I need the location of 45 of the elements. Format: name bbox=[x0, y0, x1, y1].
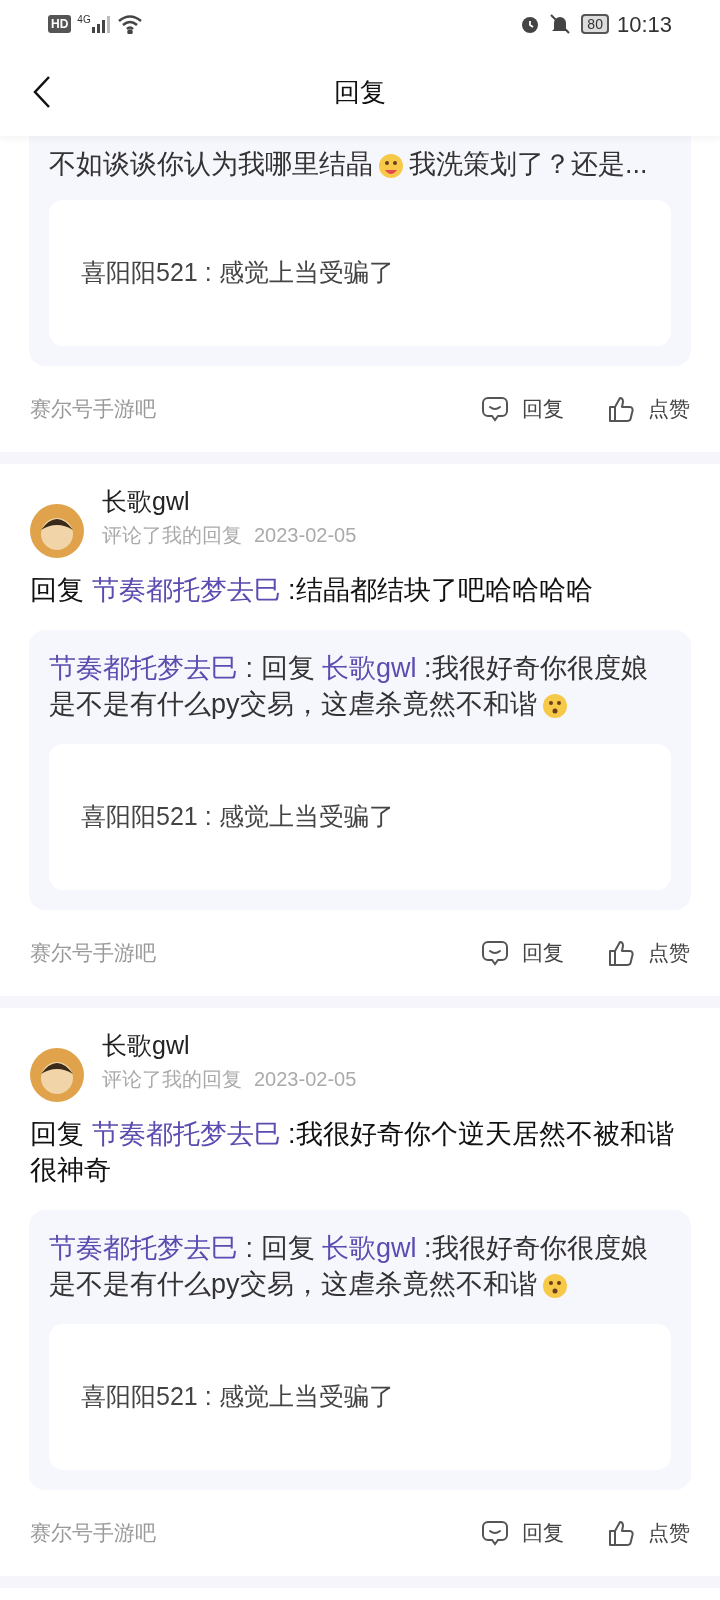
comment-icon bbox=[480, 394, 510, 424]
emoji-icon bbox=[540, 691, 569, 720]
activity-label: 评论了我的回复 bbox=[102, 523, 242, 548]
username[interactable]: 长歌gwl bbox=[102, 1028, 357, 1062]
avatar bbox=[30, 504, 84, 558]
username[interactable]: 长歌gwl bbox=[102, 484, 357, 518]
like-button[interactable]: 点赞 bbox=[606, 937, 690, 969]
reply-text: 回复 节奏都托梦去巳 :我很好奇你个逆天居然不被和谐很神奇 bbox=[29, 1118, 675, 1187]
date-label: 2023-02-05 bbox=[254, 1067, 357, 1092]
username-link[interactable]: 节奏都托梦去巳 bbox=[49, 1233, 238, 1263]
comment-icon bbox=[480, 938, 510, 968]
emoji-icon bbox=[540, 1271, 569, 1300]
thumbs-up-icon bbox=[606, 938, 636, 968]
reply-text: 回复 节奏都托梦去巳 :结晶都结块了吧哈哈哈哈 bbox=[29, 574, 594, 607]
reply-button[interactable]: 回复 bbox=[480, 393, 564, 425]
like-button[interactable]: 点赞 bbox=[606, 393, 690, 425]
like-button[interactable]: 点赞 bbox=[606, 1517, 690, 1549]
quoted-comment-text: 不如谈谈你认为我哪里结晶 我洗策划了？还是... bbox=[48, 148, 649, 182]
mute-bell-icon bbox=[549, 13, 572, 35]
nested-reply-text: 喜阳阳521 : 感觉上当受骗了 bbox=[81, 1381, 394, 1413]
reply-button[interactable]: 回复 bbox=[480, 937, 564, 969]
username-link[interactable]: 节奏都托梦去巳 bbox=[91, 575, 281, 605]
thumbs-up-icon bbox=[606, 394, 636, 424]
username-link[interactable]: 节奏都托梦去巳 bbox=[49, 653, 238, 683]
quoted-comment-text: 节奏都托梦去巳 : 回复 长歌gwl :我很好奇你很度娘是不是有什么py交易，这虐杀竟然不和谐 bbox=[48, 652, 649, 722]
nested-reply-text: 喜阳阳521 : 感觉上当受骗了 bbox=[81, 257, 394, 289]
clock: 10:13 bbox=[616, 10, 672, 39]
activity-label: 评论了我的回复 bbox=[102, 1067, 242, 1092]
comment-icon bbox=[480, 1518, 510, 1548]
signal-icon bbox=[90, 15, 111, 33]
battery-indicator: 80 bbox=[581, 14, 609, 34]
network-label: 4G bbox=[77, 12, 91, 27]
quoted-comment-text: 节奏都托梦去巳 : 回复 长歌gwl :我很好奇你很度娘是不是有什么py交易，这虐杀竟然不和谐 bbox=[48, 1232, 649, 1302]
thumbs-up-icon bbox=[606, 1518, 636, 1548]
username-link[interactable]: 长歌gwl bbox=[322, 653, 417, 683]
date-label: 2023-02-05 bbox=[254, 523, 357, 548]
emoji-icon bbox=[377, 151, 405, 180]
nested-reply-text: 喜阳阳521 : 感觉上当受骗了 bbox=[81, 801, 394, 833]
avatar bbox=[30, 1048, 84, 1102]
username-link[interactable]: 长歌gwl bbox=[322, 1233, 417, 1263]
wifi-icon bbox=[116, 14, 143, 34]
hd-badge: HD bbox=[48, 15, 72, 33]
reply-button[interactable]: 回复 bbox=[480, 1517, 564, 1549]
page-title: 回复 bbox=[334, 75, 386, 109]
username-link[interactable]: 节奏都托梦去巳 bbox=[91, 1119, 281, 1149]
